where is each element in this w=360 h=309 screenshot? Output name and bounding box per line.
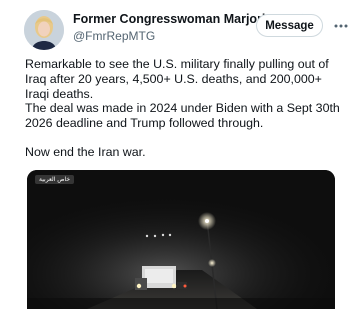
author-handle[interactable]: @FmrRepMTG — [73, 29, 155, 43]
author-avatar[interactable] — [24, 10, 64, 50]
more-options-icon[interactable] — [331, 16, 351, 36]
channel-tag: خاص العربية — [35, 175, 75, 184]
media-video[interactable]: خاص العربية — [27, 170, 335, 309]
avatar-image — [24, 10, 64, 50]
tweet-paragraph-2: The deal was made in 2024 under Biden wi… — [25, 101, 340, 131]
tweet-paragraph-3: Now end the Iran war. — [25, 145, 146, 159]
message-button[interactable]: Message — [256, 14, 323, 37]
video-frame-image — [27, 170, 335, 309]
tweet-paragraph-1: Remarkable to see the U.S. military fina… — [25, 57, 329, 102]
